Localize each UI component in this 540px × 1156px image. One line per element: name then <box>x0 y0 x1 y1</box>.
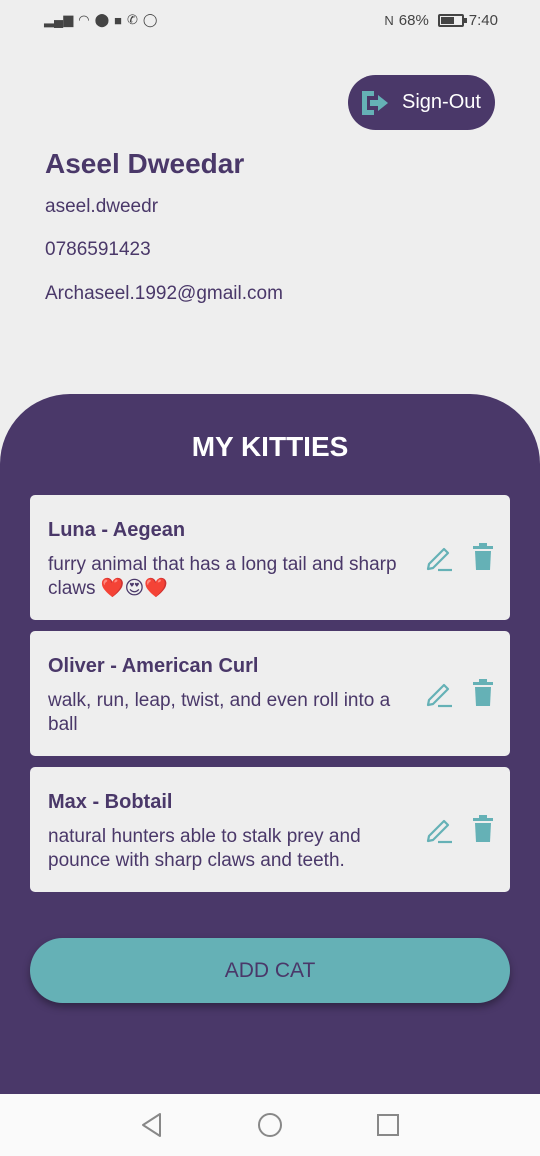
recents-icon[interactable] <box>374 1111 402 1139</box>
status-bar: ▂▄▆ ◠ ⬤ ■ ✆ ◯ N 68% 7:40 <box>0 0 540 40</box>
wifi-icon: ◠ <box>78 12 90 27</box>
status-right: N 68% 7:40 <box>384 12 498 29</box>
back-icon[interactable] <box>138 1111 166 1139</box>
phone-icon: ✆ <box>126 12 138 27</box>
whatsapp-icon: ◯ <box>142 12 158 27</box>
battery-icon <box>437 13 467 27</box>
sign-out-label: Sign-Out <box>402 91 481 113</box>
battery-percent: 68% <box>398 11 429 29</box>
sign-out-icon <box>362 90 388 115</box>
cat-card-description: natural hunters able to stalk prey and p… <box>48 826 361 871</box>
delete-icon[interactable] <box>472 543 494 571</box>
profile-name: Aseel Dweedar <box>45 148 245 179</box>
signal-icon: ▂▄▆ <box>44 12 74 27</box>
navigation-bar <box>0 1094 540 1156</box>
cat-card-description: walk, run, leap, twist, and even roll in… <box>48 690 391 735</box>
cat-card: Luna - Aegean furry animal that has a lo… <box>30 495 510 620</box>
cat-card-title: Max - Bobtail <box>48 791 173 813</box>
add-cat-button[interactable]: ADD CAT <box>30 938 510 1003</box>
battery-fill <box>440 16 455 24</box>
nfc-icon: N <box>384 12 394 28</box>
delete-icon[interactable] <box>472 679 494 707</box>
linkedin-icon: ■ <box>114 12 122 28</box>
edit-icon[interactable] <box>424 542 454 572</box>
profile-username: aseel.dweedr <box>45 196 159 217</box>
cat-card-title: Oliver - American Curl <box>48 655 259 677</box>
sign-out-button[interactable]: Sign-Out <box>348 75 495 130</box>
cat-card: Max - Bobtail natural hunters able to st… <box>30 767 510 892</box>
profile-email: Archaseel.1992@gmail.com <box>45 283 283 304</box>
home-icon[interactable] <box>256 1111 284 1139</box>
status-left: ▂▄▆ ◠ ⬤ ■ ✆ ◯ <box>44 12 157 28</box>
delete-icon[interactable] <box>472 815 494 843</box>
profile-phone: 0786591423 <box>45 239 151 260</box>
edit-icon[interactable] <box>424 678 454 708</box>
app-icon: ⬤ <box>94 12 110 27</box>
clock: 7:40 <box>468 11 498 29</box>
cat-card: Oliver - American Curl walk, run, leap, … <box>30 631 510 756</box>
kitties-title: MY KITTIES <box>191 431 349 462</box>
edit-icon[interactable] <box>424 814 454 844</box>
cat-card-description: furry animal that has a long tail and sh… <box>48 554 397 599</box>
cat-card-title: Luna - Aegean <box>48 519 186 541</box>
